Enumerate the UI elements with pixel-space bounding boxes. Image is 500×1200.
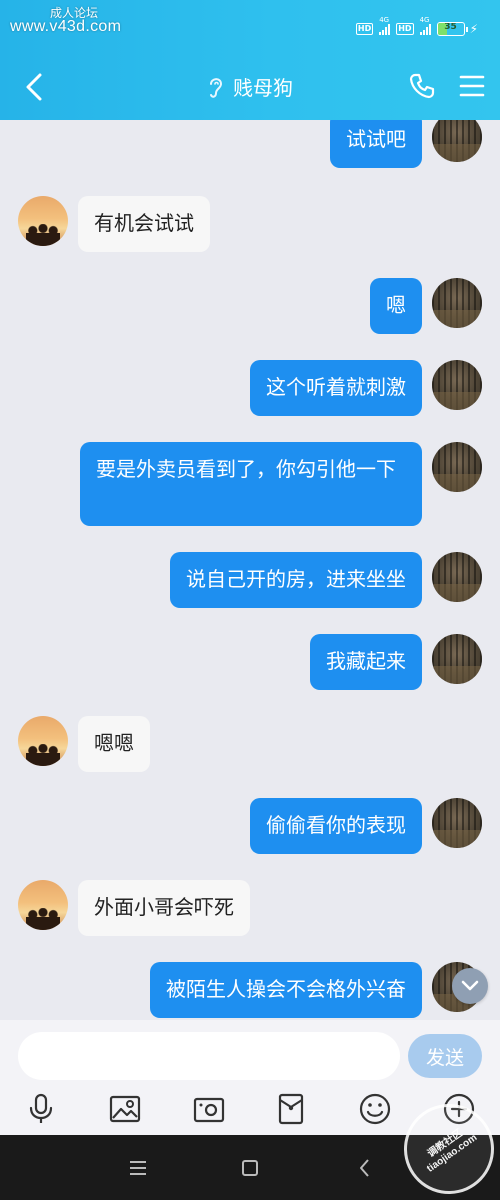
message-bubble-received[interactable]: 有机会试试: [78, 196, 210, 252]
network-type-label: 4G: [379, 16, 390, 24]
message-bubble-sent[interactable]: 要是外卖员看到了，你勾引他一下: [80, 442, 422, 526]
message-bubble-sent[interactable]: 我藏起来: [310, 634, 422, 690]
my-avatar[interactable]: [432, 442, 482, 492]
battery-icon: 35 ⚡: [436, 22, 478, 36]
top-watermark: 成人论坛 www.v43d.com: [10, 6, 122, 35]
battery-percent: 35: [444, 22, 457, 32]
image-icon[interactable]: [108, 1092, 142, 1126]
signal-icon: 4G: [379, 16, 391, 35]
my-avatar[interactable]: [432, 634, 482, 684]
square-icon: [242, 1160, 258, 1176]
ear-icon: [210, 77, 223, 98]
emoji-icon[interactable]: [358, 1092, 392, 1126]
message-bubble-sent[interactable]: 说自己开的房，进来坐坐: [170, 552, 422, 608]
my-avatar[interactable]: [432, 120, 482, 162]
phone-icon: [409, 73, 435, 99]
status-bar-icons: HD 4G HD 4G 35 ⚡: [355, 16, 478, 36]
my-avatar[interactable]: [432, 552, 482, 602]
charging-icon: ⚡: [469, 22, 478, 36]
hd-badge-2: HD: [396, 23, 414, 35]
my-avatar[interactable]: [432, 278, 482, 328]
contact-avatar[interactable]: [18, 716, 68, 766]
message-bubble-sent[interactable]: 这个听着就刺激: [250, 360, 422, 416]
message-list[interactable]: 试试吧 有机会试试 嗯 这个听着就刺激 要是外卖员看到了，你勾引他一下 说自己开…: [0, 120, 500, 1020]
signal-icon-2: 4G: [419, 16, 431, 35]
menu-lines-icon: [130, 1161, 146, 1175]
message-input[interactable]: [18, 1032, 400, 1080]
watermark-url: www.v43d.com: [10, 18, 122, 35]
red-packet-icon[interactable]: [274, 1092, 308, 1126]
message-bubble-received[interactable]: 嗯嗯: [78, 716, 150, 772]
chat-title: 贱母狗: [233, 76, 293, 100]
system-back-button[interactable]: [352, 1155, 378, 1181]
camera-icon[interactable]: [192, 1092, 226, 1126]
chat-screen: 成人论坛 www.v43d.com HD 4G HD 4G 35 ⚡ 贱母狗 试…: [0, 0, 500, 1200]
microphone-icon[interactable]: [24, 1092, 58, 1126]
voice-call-button[interactable]: [408, 72, 436, 100]
back-triangle-icon: [360, 1159, 369, 1177]
network-type-label-2: 4G: [419, 16, 430, 24]
message-bubble-sent[interactable]: 被陌生人操会不会格外兴奋: [150, 962, 422, 1018]
hd-badge: HD: [355, 23, 374, 35]
message-bubble-sent[interactable]: 偷偷看你的表现: [250, 798, 422, 854]
corner-watermark-text: 调教社区 tiaojiao.com: [425, 1127, 480, 1175]
my-avatar[interactable]: [432, 798, 482, 848]
home-button[interactable]: [237, 1155, 263, 1181]
contact-avatar[interactable]: [18, 196, 68, 246]
my-avatar[interactable]: [432, 360, 482, 410]
send-button[interactable]: 发送: [408, 1034, 482, 1078]
chat-header: 成人论坛 www.v43d.com HD 4G HD 4G 35 ⚡ 贱母狗: [0, 0, 500, 120]
system-navigation-bar: 调教社区 tiaojiao.com: [0, 1086, 500, 1200]
contact-avatar[interactable]: [18, 880, 68, 930]
message-bubble-received[interactable]: 外面小哥会吓死: [78, 880, 250, 936]
menu-button[interactable]: [458, 73, 486, 99]
recent-apps-button[interactable]: [125, 1155, 151, 1181]
scroll-to-bottom-button[interactable]: [452, 968, 488, 1004]
message-bubble-sent[interactable]: 嗯: [370, 278, 422, 334]
hamburger-icon: [459, 75, 485, 97]
chevron-down-icon: [461, 980, 479, 991]
message-bubble-sent[interactable]: 试试吧: [330, 120, 422, 168]
